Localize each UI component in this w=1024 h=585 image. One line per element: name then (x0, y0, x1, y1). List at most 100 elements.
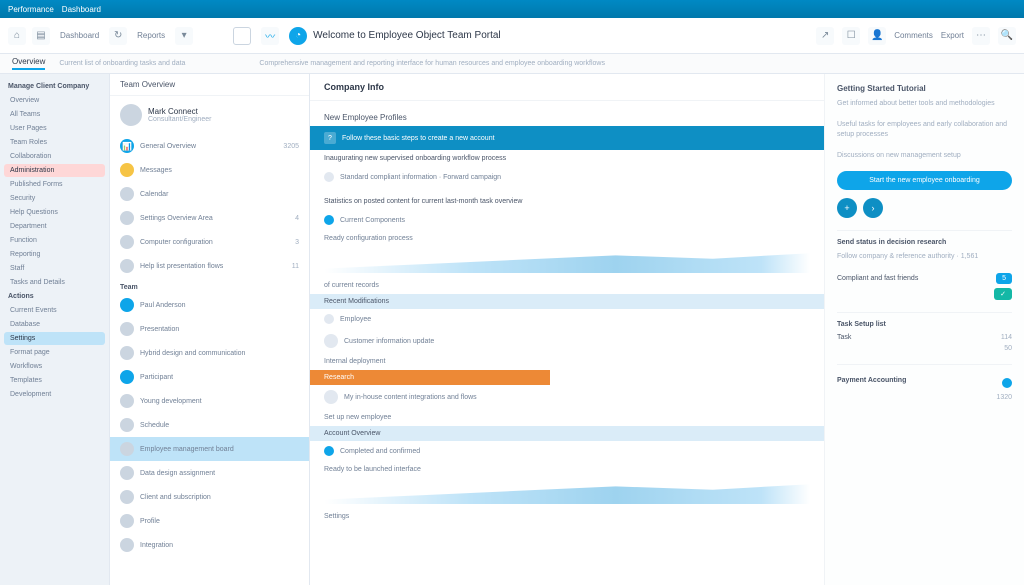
list-item[interactable]: Employee management board (110, 437, 309, 461)
nav-item[interactable]: Department (4, 220, 105, 233)
list-item-label: Settings Overview Area (140, 215, 213, 222)
list-item[interactable]: Settings Overview Area4 (110, 206, 309, 230)
nav-item[interactable]: User Pages (4, 122, 105, 135)
more-icon[interactable]: ⋯ (972, 27, 990, 45)
list-item[interactable]: Hybrid design and communication (110, 341, 309, 365)
nav-item[interactable]: Format page (4, 346, 105, 359)
user-icon[interactable]: 👤 (868, 27, 886, 45)
list-item[interactable]: Integration (110, 533, 309, 557)
list-item-icon (120, 298, 134, 312)
list-item[interactable]: Calendar (110, 182, 309, 206)
list-item-meta: 3 (295, 239, 299, 246)
home-icon[interactable]: ⌂ (8, 27, 26, 45)
nav-item[interactable]: Team Roles (4, 136, 105, 149)
account-label-text: Account Overview (324, 430, 380, 437)
list-item-icon (120, 370, 134, 384)
list-item-icon (120, 442, 134, 456)
user-points: 3205 (283, 143, 299, 150)
item-a-text: Current Components (340, 217, 405, 224)
list-item[interactable]: Messages (110, 158, 309, 182)
action-add-icon[interactable]: + (837, 198, 857, 218)
nav-item[interactable]: Security (4, 192, 105, 205)
list-item[interactable]: Client and subscription (110, 485, 309, 509)
item-d: Employee (310, 309, 824, 329)
cta-button[interactable]: Start the new employee onboarding (837, 171, 1012, 190)
list-item[interactable]: Young development (110, 389, 309, 413)
list-item-icon (120, 418, 134, 432)
list-item-label: Presentation (140, 326, 179, 333)
sub-row: Standard compliant information · Forward… (310, 167, 824, 187)
nav-item[interactable]: Collaboration (4, 150, 105, 163)
list-item-icon (120, 514, 134, 528)
nav-item[interactable]: Staff (4, 262, 105, 275)
tab-overview[interactable]: Overview (12, 57, 45, 70)
dropdown-icon[interactable]: ▾ (175, 27, 193, 45)
search-icon[interactable]: 🔍 (998, 27, 1016, 45)
avatar-icon (324, 390, 338, 404)
nav-item[interactable]: Templates (4, 374, 105, 387)
item-f-text: Internal deployment (324, 358, 385, 365)
checkbox-icon[interactable] (233, 27, 251, 45)
list-item[interactable]: Paul Anderson (110, 293, 309, 317)
list-item-icon (120, 490, 134, 504)
info-icon: ? (324, 132, 336, 144)
list-item-label: Messages (140, 167, 172, 174)
list-item-icon (120, 466, 134, 480)
share-icon[interactable]: ↗ (816, 27, 834, 45)
general-overview-row[interactable]: 📊 General Overview 3205 (110, 134, 309, 158)
list-item-icon (120, 394, 134, 408)
account-overview-label: Account Overview (310, 426, 824, 441)
list-item-label: Profile (140, 518, 160, 525)
nav-item[interactable]: Reporting (4, 248, 105, 261)
list-item[interactable]: Schedule (110, 413, 309, 437)
file-icon[interactable]: ▤ (32, 27, 50, 45)
right-sidebar: Getting Started Tutorial Get informed ab… (824, 74, 1024, 585)
list-item[interactable]: Presentation (110, 317, 309, 341)
export-label[interactable]: Export (941, 31, 964, 40)
tab-dashboard[interactable]: Dashboard (60, 31, 99, 40)
window-title-1: Performance (8, 5, 54, 14)
avatar (120, 104, 142, 126)
list-item[interactable]: Help list presentation flows11 (110, 254, 309, 278)
tab-reports[interactable]: Reports (137, 31, 165, 40)
nav-item[interactable]: Overview (4, 94, 105, 107)
nav-item[interactable]: Development (4, 388, 105, 401)
aside-sec2-sub: Follow company & reference authority · 1… (837, 252, 1012, 263)
list-item-icon (120, 235, 134, 249)
nav-item[interactable]: Current Events (4, 304, 105, 317)
list-item-label: Young development (140, 398, 202, 405)
action-next-icon[interactable]: › (863, 198, 883, 218)
team-group-header: Team (110, 278, 309, 293)
nav-item[interactable]: Published Forms (4, 178, 105, 191)
bookmark-icon[interactable]: ☐ (842, 27, 860, 45)
item-k: Settings (310, 508, 824, 525)
list-item-label: Paul Anderson (140, 302, 186, 309)
nav-item[interactable]: Database (4, 318, 105, 331)
list-item-label: Help list presentation flows (140, 263, 223, 270)
list-item[interactable]: Computer configuration3 (110, 230, 309, 254)
item-b: Ready configuration process (310, 230, 824, 247)
nav-item[interactable]: Settings (4, 332, 105, 345)
meta-5: 1320 (996, 394, 1012, 401)
item-f: Internal deployment (310, 353, 824, 370)
item-c: of current records (310, 277, 824, 294)
research-label: Research (310, 370, 400, 385)
list-item-label: Hybrid design and communication (140, 350, 245, 357)
aside-row1: Compliant and fast friends (837, 275, 918, 282)
list-item[interactable]: Profile (110, 509, 309, 533)
item-j: Ready to be launched interface (310, 461, 824, 478)
list-item[interactable]: Participant (110, 365, 309, 389)
nav-item[interactable]: Administration (4, 164, 105, 177)
nav-item[interactable]: Function (4, 234, 105, 247)
nav-item[interactable]: Help Questions (4, 206, 105, 219)
content-header: Company Info (310, 74, 824, 101)
list-item[interactable]: Data design assignment (110, 461, 309, 485)
comments-label[interactable]: Comments (894, 31, 933, 40)
list-item-icon (120, 346, 134, 360)
nav-item[interactable]: Workflows (4, 360, 105, 373)
nav-item[interactable]: Tasks and Details (4, 276, 105, 289)
refresh-icon[interactable]: ↻ (109, 27, 127, 45)
list-item-label: Schedule (140, 422, 169, 429)
signature-icon[interactable]: 〰 (261, 27, 279, 45)
nav-item[interactable]: All Teams (4, 108, 105, 121)
